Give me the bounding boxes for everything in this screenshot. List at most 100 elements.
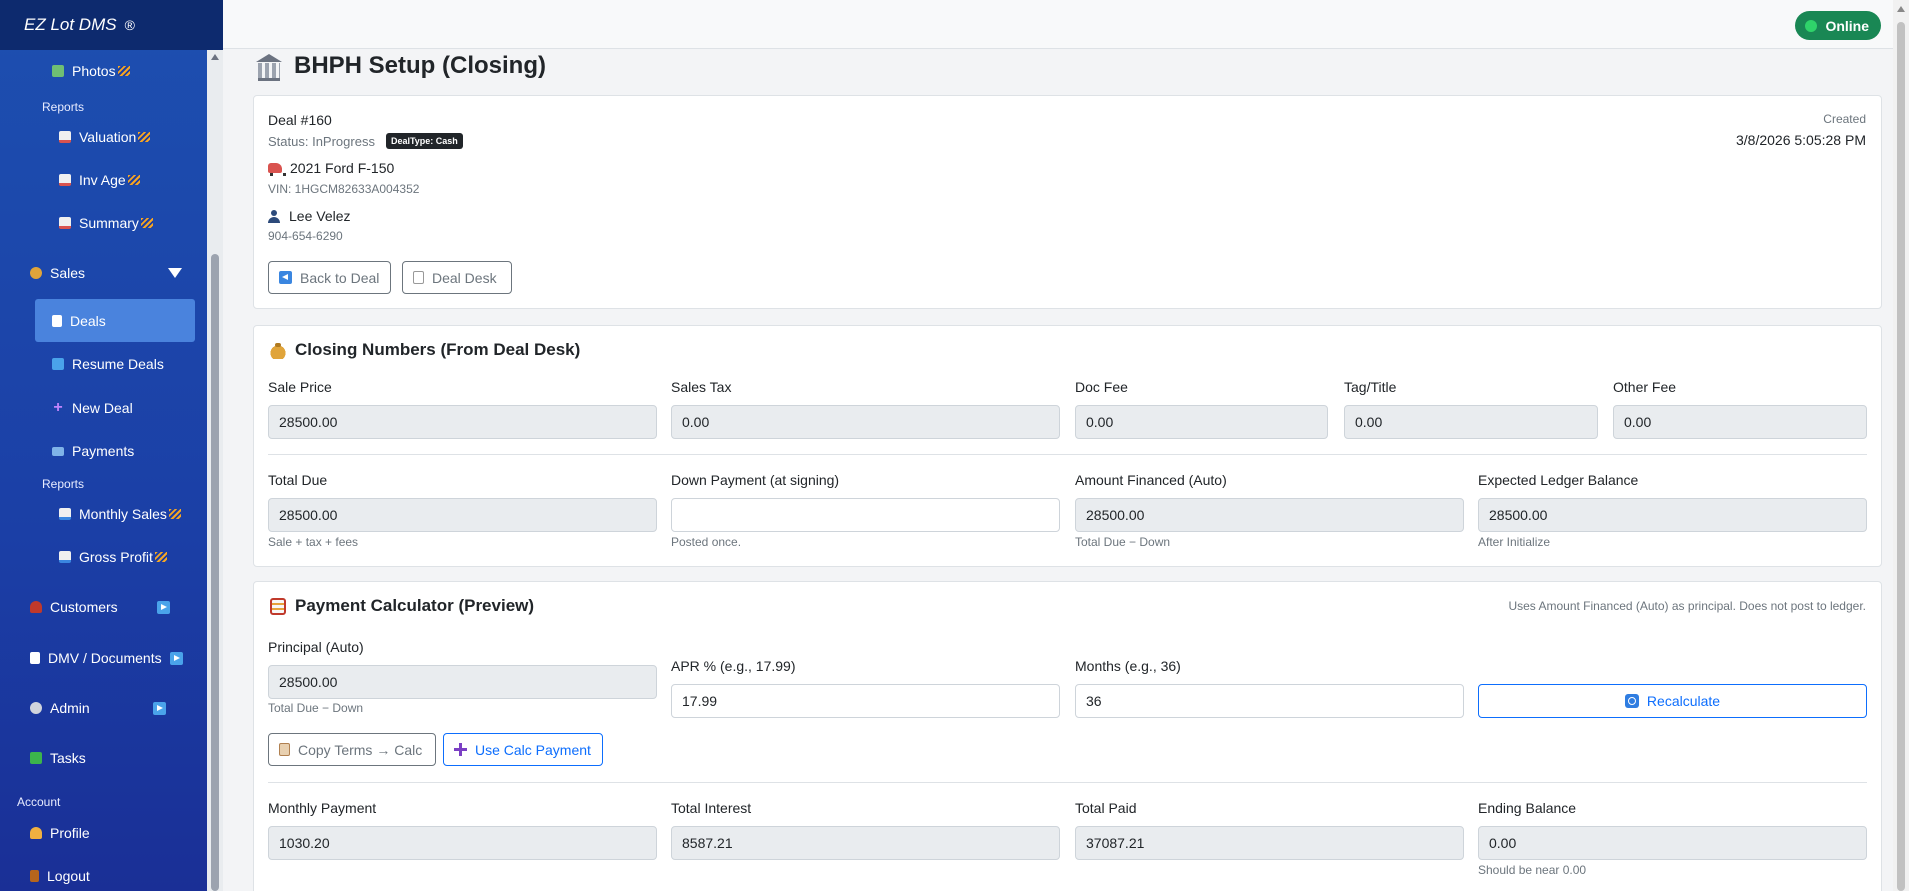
document-icon <box>52 315 62 327</box>
back-to-deal-label: Back to Deal <box>300 269 380 286</box>
expected-balance-hint: After Initialize <box>1478 535 1551 549</box>
plus-icon <box>454 743 467 756</box>
ending-balance-field[interactable]: 0.00 <box>1478 826 1867 860</box>
sidebar-item-label: Sales <box>50 265 86 281</box>
scroll-up-arrow-icon[interactable] <box>211 54 219 60</box>
sidebar-item-logout[interactable]: Logout <box>30 868 90 884</box>
customer-info: Lee Velez <box>268 208 351 224</box>
down-payment-input[interactable] <box>671 498 1060 532</box>
amount-financed-hint: Total Due − Down <box>1075 535 1171 549</box>
other-fee-field[interactable]: 0.00 <box>1613 405 1867 439</box>
total-interest-label: Total Interest <box>671 800 752 816</box>
sidebar-item-label: Monthly Sales <box>79 506 167 522</box>
sidebar-item-label: Profile <box>50 825 90 841</box>
brand[interactable]: EZ Lot DMS ® <box>0 0 223 50</box>
principal-hint: Total Due − Down <box>268 701 364 715</box>
tag-title-field[interactable]: 0.00 <box>1344 405 1598 439</box>
sales-tax-label: Sales Tax <box>671 379 732 395</box>
expand-arrow-icon[interactable] <box>169 651 183 665</box>
status-dot-icon <box>1805 19 1818 32</box>
main-scrollbar[interactable] <box>1893 0 1909 891</box>
document-icon <box>413 271 424 284</box>
deal-status-text: Status: InProgress <box>268 133 375 149</box>
users-icon <box>30 601 42 613</box>
person-icon <box>268 209 280 223</box>
sidebar-item-summary[interactable]: Summary <box>59 215 153 231</box>
deal-desk-label: Deal Desk <box>432 269 497 286</box>
sidebar-item-sales[interactable]: Sales <box>30 265 85 281</box>
sidebar-scrollbar-thumb[interactable] <box>211 254 219 891</box>
sidebar-item-customers[interactable]: Customers <box>30 599 170 615</box>
sidebar-section-reports: Reports <box>42 477 85 491</box>
sidebar-item-photos[interactable]: Photos <box>52 63 130 79</box>
sidebar-item-resume-deals[interactable]: Resume Deals <box>52 356 164 372</box>
sales-tax-field[interactable]: 0.00 <box>671 405 1060 439</box>
monthly-payment-label: Monthly Payment <box>268 800 377 816</box>
brand-name: EZ Lot DMS <box>24 15 117 34</box>
sidebar-item-admin[interactable]: Admin <box>30 700 166 716</box>
sidebar-item-dmv-documents[interactable]: DMV / Documents <box>30 650 183 666</box>
sidebar-section-reports: Reports <box>42 100 85 114</box>
sale-price-field[interactable]: 28500.00 <box>268 405 657 439</box>
section-divider <box>268 782 1867 783</box>
registered-mark: ® <box>124 17 135 33</box>
deal-status: Status: InProgress DealType: Cash <box>268 133 463 149</box>
play-icon <box>52 358 64 370</box>
sidebar-item-monthly-sales[interactable]: Monthly Sales <box>59 506 181 522</box>
sidebar-item-label: Resume Deals <box>72 356 164 372</box>
monthly-payment-field[interactable]: 1030.20 <box>268 826 657 860</box>
sidebar-item-inv-age[interactable]: Inv Age <box>59 172 140 188</box>
construction-icon <box>140 218 153 228</box>
customer-name: Lee Velez <box>289 208 351 224</box>
sidebar-item-profile[interactable]: Profile <box>30 825 90 841</box>
sidebar-item-label: Summary <box>79 215 139 231</box>
sidebar-item-label: Tasks <box>50 750 86 766</box>
expand-arrow-icon[interactable] <box>152 701 166 715</box>
person-icon <box>30 827 42 839</box>
doc-fee-field[interactable]: 0.00 <box>1075 405 1328 439</box>
sidebar-item-gross-profit[interactable]: Gross Profit <box>59 549 167 565</box>
customer-phone: 904-654-6290 <box>268 229 343 243</box>
ending-balance-label: Ending Balance <box>1478 800 1577 816</box>
main-scrollbar-thumb[interactable] <box>1897 22 1905 891</box>
months-input[interactable]: 36 <box>1075 684 1464 718</box>
expected-balance-label: Expected Ledger Balance <box>1478 472 1639 488</box>
sidebar-item-label: DMV / Documents <box>48 650 162 666</box>
sidebar-item-deals[interactable]: Deals <box>52 313 106 329</box>
amount-financed-field[interactable]: 28500.00 <box>1075 498 1464 532</box>
credit-card-icon <box>52 446 64 456</box>
bar-chart-icon <box>59 217 71 229</box>
deal-desk-button[interactable]: Deal Desk <box>402 261 512 294</box>
sidebar-item-payments[interactable]: Payments <box>52 443 134 459</box>
line-chart-icon <box>59 551 71 563</box>
principal-field[interactable]: 28500.00 <box>268 665 657 699</box>
image-icon <box>52 65 64 77</box>
closing-numbers-title-text: Closing Numbers (From Deal Desk) <box>295 340 581 359</box>
caret-down-icon[interactable] <box>168 268 182 278</box>
apr-input[interactable]: 17.99 <box>671 684 1060 718</box>
back-to-deal-button[interactable]: Back to Deal <box>268 261 391 294</box>
sidebar-scrollbar[interactable] <box>207 50 223 891</box>
sidebar-item-label: Logout <box>47 868 90 884</box>
expand-arrow-icon[interactable] <box>156 600 170 614</box>
doc-fee-label: Doc Fee <box>1075 379 1128 395</box>
created-label: Created <box>1823 112 1866 126</box>
scroll-up-arrow-icon[interactable] <box>1897 6 1905 12</box>
sidebar-item-label: Customers <box>50 599 118 615</box>
recalculate-button[interactable]: Recalculate <box>1478 684 1867 718</box>
gear-icon <box>30 702 42 714</box>
sidebar-item-label: Inv Age <box>79 172 126 188</box>
copy-terms-button[interactable]: Copy Terms → Calc <box>268 733 436 766</box>
use-calc-payment-button[interactable]: Use Calc Payment <box>443 733 603 766</box>
sidebar-item-tasks[interactable]: Tasks <box>30 750 86 766</box>
checkmark-icon <box>30 752 42 764</box>
total-paid-field[interactable]: 37087.21 <box>1075 826 1464 860</box>
sale-price-label: Sale Price <box>268 379 332 395</box>
sidebar-item-valuation[interactable]: Valuation <box>59 129 151 145</box>
sidebar-item-new-deal[interactable]: + New Deal <box>52 400 132 417</box>
clipboard-icon <box>279 743 290 756</box>
expected-balance-field[interactable]: 28500.00 <box>1478 498 1867 532</box>
sidebar-item-label: Admin <box>50 700 90 716</box>
total-due-field[interactable]: 28500.00 <box>268 498 657 532</box>
total-interest-field[interactable]: 8587.21 <box>671 826 1060 860</box>
